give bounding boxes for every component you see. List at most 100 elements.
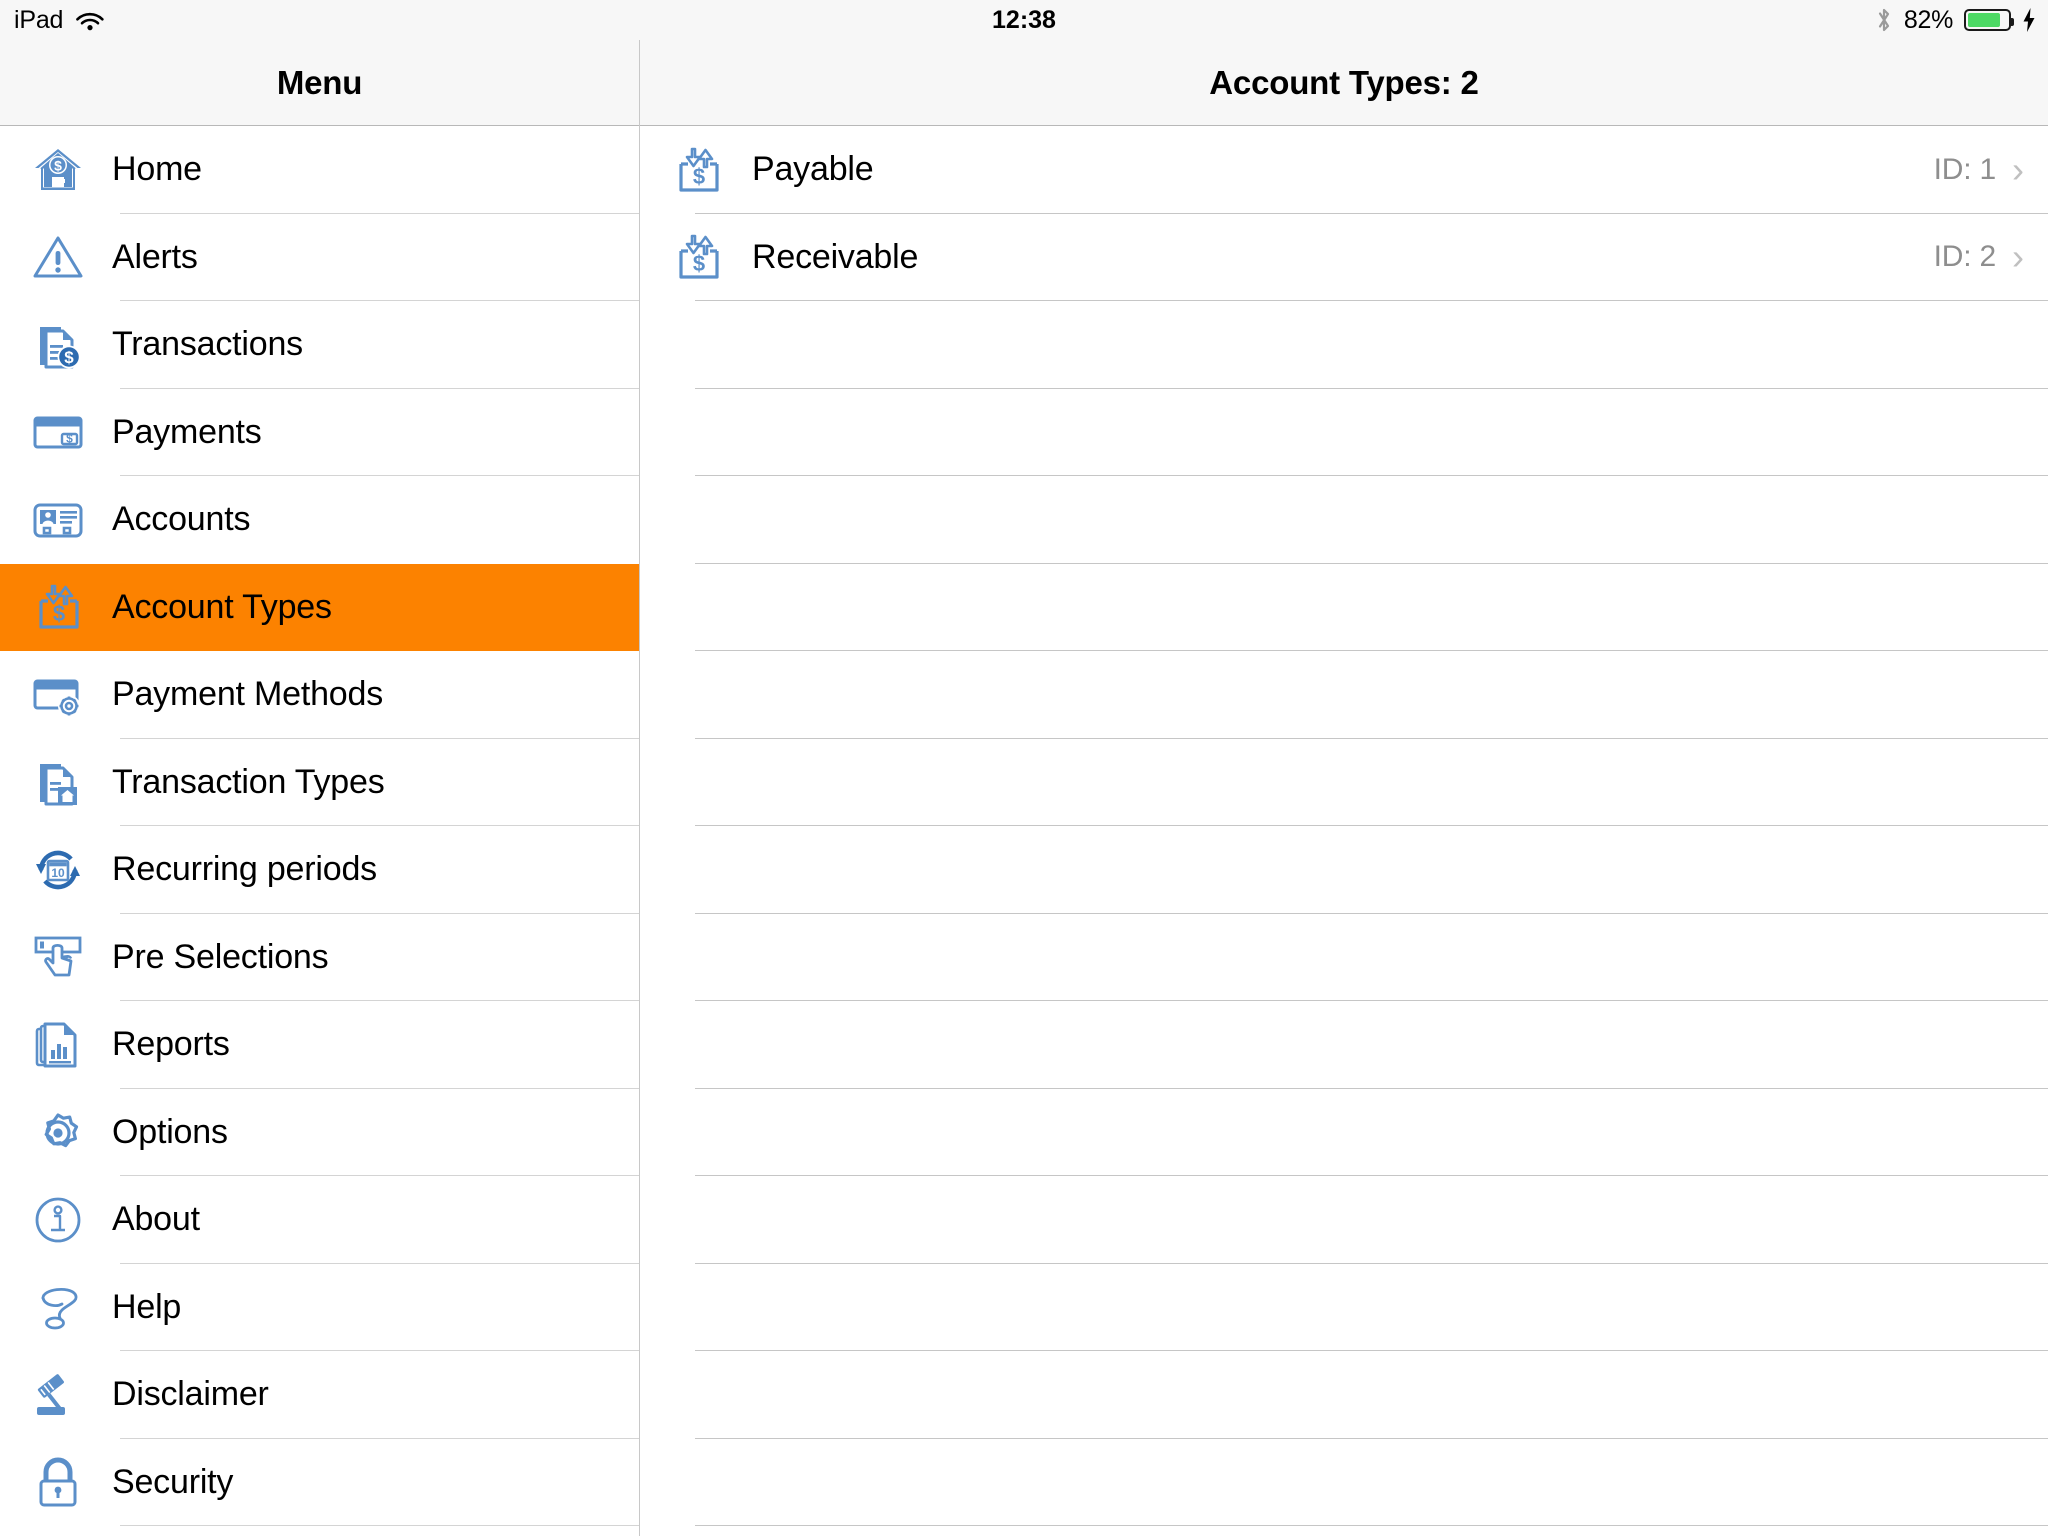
sidebar-item-label: Help <box>112 1288 181 1327</box>
empty-table-row <box>640 1439 2048 1527</box>
sidebar-item-label: About <box>112 1200 200 1239</box>
sidebar-item-label: Disclaimer <box>112 1375 269 1414</box>
svg-text:$: $ <box>693 164 705 189</box>
sidebar-item-label: Reports <box>112 1025 230 1064</box>
status-bar: iPad 12:38 82% <box>0 0 2048 40</box>
sidebar-item-payment-methods[interactable]: Payment Methods <box>0 651 639 739</box>
svg-text:$: $ <box>64 348 74 367</box>
sidebar-item-transactions[interactable]: $ Transactions <box>0 301 639 389</box>
inbox-arrows-dollar-icon: $ <box>670 229 726 285</box>
sidebar-item-options[interactable]: Options <box>0 1089 639 1177</box>
empty-table-row <box>640 1176 2048 1264</box>
empty-table-row <box>640 1001 2048 1089</box>
document-house-icon <box>30 754 86 810</box>
detail-title: Account Types: 2 <box>1209 64 1478 102</box>
table-row[interactable]: $ Receivable ID: 2 › <box>640 214 2048 302</box>
sidebar-title: Menu <box>277 64 362 102</box>
sidebar-item-alerts[interactable]: Alerts <box>0 214 639 302</box>
empty-table-row <box>640 1351 2048 1439</box>
account-type-name: Receivable <box>752 238 918 277</box>
sidebar-item-pre-selections[interactable]: Pre Selections <box>0 914 639 1002</box>
sidebar-navbar: Menu <box>0 40 639 126</box>
inbox-arrows-dollar-icon: $ <box>30 579 86 635</box>
sidebar: Menu $ <box>0 40 640 1536</box>
empty-table-row <box>640 564 2048 652</box>
sidebar-item-label: Pre Selections <box>112 938 328 977</box>
account-type-id: ID: 1 <box>1934 153 1996 187</box>
sidebar-item-transaction-types[interactable]: Transaction Types <box>0 739 639 827</box>
svg-text:$: $ <box>54 157 62 173</box>
ipad-screen: iPad 12:38 82% <box>0 0 2048 1536</box>
empty-table-row <box>640 651 2048 739</box>
sidebar-item-label: Recurring periods <box>112 850 377 889</box>
info-circle-icon <box>30 1192 86 1248</box>
sidebar-item-disclaimer[interactable]: Disclaimer <box>0 1351 639 1439</box>
empty-table-row <box>640 826 2048 914</box>
chevron-right-icon[interactable]: › <box>2012 239 2024 275</box>
padlock-icon <box>30 1454 86 1510</box>
empty-table-row <box>640 739 2048 827</box>
inbox-arrows-dollar-icon: $ <box>670 142 726 198</box>
sidebar-item-help[interactable]: Help <box>0 1264 639 1352</box>
clock-time: 12:38 <box>992 6 1056 35</box>
svg-text:$: $ <box>693 251 705 276</box>
table-row[interactable]: $ Payable ID: 1 › <box>640 126 2048 214</box>
sidebar-item-label: Payments <box>112 413 262 452</box>
credit-card-gear-icon <box>30 667 86 723</box>
sidebar-item-label: Options <box>112 1113 228 1152</box>
sidebar-item-payments[interactable]: $ Payments <box>0 389 639 477</box>
sidebar-item-label: Transaction Types <box>112 763 385 802</box>
warning-triangle-icon <box>30 229 86 285</box>
sidebar-item-label: Account Types <box>112 588 332 627</box>
sidebar-item-label: Payment Methods <box>112 675 383 714</box>
id-card-icon <box>30 492 86 548</box>
empty-table-row <box>640 301 2048 389</box>
sidebar-item-recurring-periods[interactable]: 10 Recurring periods <box>0 826 639 914</box>
hand-tap-icon <box>30 929 86 985</box>
empty-table-row <box>640 1089 2048 1177</box>
empty-table-row <box>640 476 2048 564</box>
chevron-right-icon[interactable]: › <box>2012 152 2024 188</box>
sidebar-item-accounts[interactable]: Accounts <box>0 476 639 564</box>
split-view: Menu $ <box>0 40 2048 1536</box>
svg-text:$: $ <box>66 432 73 446</box>
sidebar-item-account-types[interactable]: $ Account Types <box>0 564 639 652</box>
credit-card-dollar-icon: $ <box>30 404 86 460</box>
gear-icon <box>30 1104 86 1160</box>
house-dollar-icon: $ <box>30 142 86 198</box>
sidebar-menu-list[interactable]: $ Home Alerts <box>0 126 639 1536</box>
calendar-refresh-icon: 10 <box>30 842 86 898</box>
sidebar-item-security[interactable]: Security <box>0 1439 639 1527</box>
account-type-id: ID: 2 <box>1934 240 1996 274</box>
status-bar-clock: 12:38 <box>0 0 2048 40</box>
bluetooth-icon <box>1875 6 1893 34</box>
account-types-list[interactable]: $ Payable ID: 1 › <box>640 126 2048 1536</box>
sidebar-item-home[interactable]: $ Home <box>0 126 639 214</box>
empty-table-row <box>640 1264 2048 1352</box>
lightning-bolt-icon <box>2022 7 2036 33</box>
battery-fill <box>1968 13 2000 27</box>
document-chart-icon <box>30 1017 86 1073</box>
battery-icon <box>1964 9 2011 31</box>
detail-navbar: Account Types: 2 <box>640 40 2048 126</box>
gavel-icon <box>30 1367 86 1423</box>
sidebar-item-about[interactable]: About <box>0 1176 639 1264</box>
row-separator <box>120 1525 639 1526</box>
status-bar-right: 82% <box>1875 6 2048 35</box>
detail-pane: Account Types: 2 $ Payable <box>640 40 2048 1536</box>
svg-text:$: $ <box>53 601 65 626</box>
document-dollar-icon: $ <box>30 317 86 373</box>
sidebar-item-label: Accounts <box>112 500 250 539</box>
empty-rows-container <box>640 301 2048 1526</box>
row-accessory: ID: 1 › <box>1934 152 2048 188</box>
question-mark-icon <box>30 1279 86 1335</box>
sidebar-item-reports[interactable]: Reports <box>0 1001 639 1089</box>
battery-percent: 82% <box>1904 6 1953 35</box>
account-type-name: Payable <box>752 150 873 189</box>
empty-table-row <box>640 389 2048 477</box>
row-separator <box>695 1525 2048 1526</box>
sidebar-item-label: Alerts <box>112 238 198 277</box>
empty-table-row <box>640 914 2048 1002</box>
sidebar-item-label: Home <box>112 150 202 189</box>
row-accessory: ID: 2 › <box>1934 239 2048 275</box>
